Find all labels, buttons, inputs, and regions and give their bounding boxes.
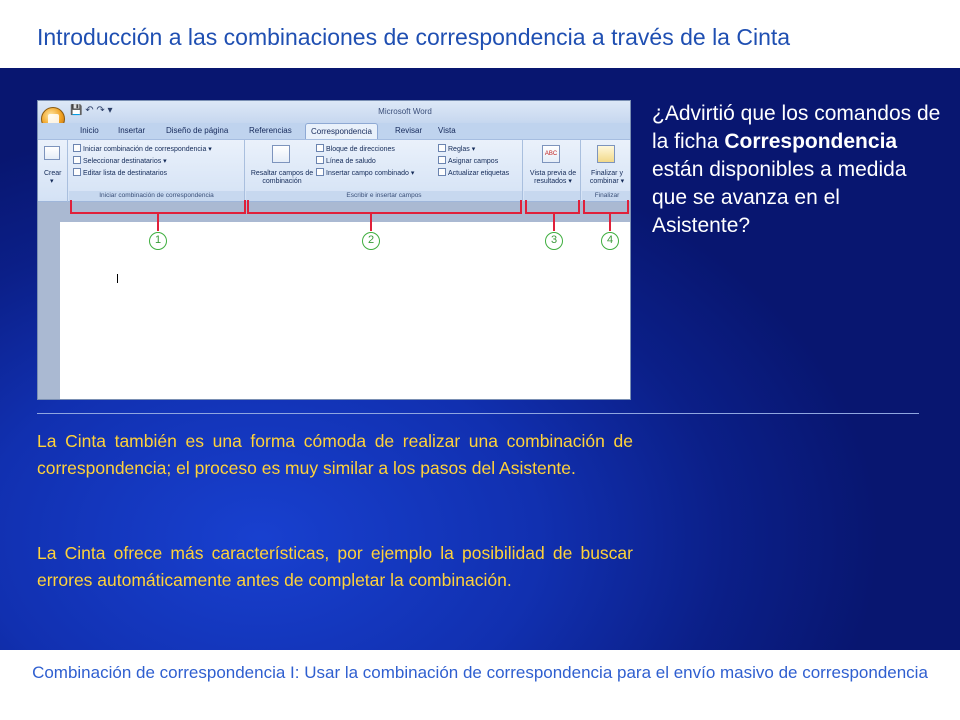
group-label-vista bbox=[524, 191, 580, 201]
insertar-campo-button: Insertar campo combinado ▾ bbox=[316, 168, 414, 178]
asignar-campos-label: Asignar campos bbox=[448, 158, 499, 165]
iniciar-combinacion-label: Iniciar combinación de correspondencia ▾ bbox=[83, 146, 212, 153]
bloque-direcciones-label: Bloque de direcciones bbox=[326, 146, 395, 153]
group-finalizar: Finalizar y combinar ▾ Finalizar bbox=[582, 140, 630, 202]
word-screenshot: 💾 ↶ ↷ ▾ Microsoft Word Inicio Insertar D… bbox=[37, 100, 631, 400]
group-escribir-insertar: Resaltar campos de combinación Bloque de… bbox=[246, 140, 523, 202]
actualizar-etiquetas-label: Actualizar etiquetas bbox=[448, 170, 510, 177]
asignar-campos-button: Asignar campos bbox=[438, 156, 498, 166]
group-label-iniciar: Iniciar combinación de correspondencia bbox=[69, 191, 244, 201]
group-label-finalizar: Finalizar bbox=[582, 191, 630, 201]
bloque-direcciones-button: Bloque de direcciones bbox=[316, 144, 395, 154]
linea-saludo-label: Línea de saludo bbox=[326, 158, 376, 165]
tab-referencias: Referencias bbox=[249, 126, 292, 135]
question-text: ¿Advirtió que los comandos de la ficha C… bbox=[652, 100, 942, 240]
match-fields-icon bbox=[438, 156, 446, 164]
editar-lista-label: Editar lista de destinatarios bbox=[83, 170, 168, 177]
resaltar-campos-button: Resaltar campos de combinación bbox=[250, 170, 314, 185]
insertar-campo-label: Insertar campo combinado ▾ bbox=[326, 170, 415, 177]
reglas-label: Reglas ▾ bbox=[448, 146, 476, 153]
edit-list-icon bbox=[73, 168, 81, 176]
tab-vista: Vista bbox=[438, 126, 456, 135]
seleccionar-destinatarios-button: Seleccionar destinatarios ▾ bbox=[73, 156, 167, 166]
paragraph-2: La Cinta ofrece más características, por… bbox=[37, 543, 633, 590]
address-block-icon bbox=[316, 144, 324, 152]
text-cursor bbox=[117, 274, 118, 283]
reglas-button: Reglas ▾ bbox=[438, 144, 475, 154]
editar-lista-button: Editar lista de destinatarios bbox=[73, 168, 167, 178]
group-iniciar-combinacion: Iniciar combinación de correspondencia ▾… bbox=[69, 140, 245, 202]
recipients-icon bbox=[73, 156, 81, 164]
group-vista-previa: ABC Vista previa de resultados ▾ bbox=[524, 140, 581, 202]
finish-merge-icon bbox=[597, 145, 615, 163]
group-label-escribir: Escribir e insertar campos bbox=[246, 191, 522, 201]
insert-field-icon bbox=[316, 168, 324, 176]
document-page bbox=[60, 222, 630, 399]
finalizar-combinar-button: Finalizar y combinar ▾ bbox=[589, 170, 625, 185]
slide-title: Introducción a las combinaciones de corr… bbox=[37, 24, 791, 50]
question-after: están disponibles a medida que se avanza… bbox=[652, 158, 907, 237]
group-crear: Crear ▾ bbox=[38, 140, 68, 202]
footer: Combinación de correspondencia I: Usar l… bbox=[0, 650, 960, 720]
greeting-line-icon bbox=[316, 156, 324, 164]
actualizar-etiquetas-button: Actualizar etiquetas bbox=[438, 168, 509, 178]
linea-saludo-button: Línea de saludo bbox=[316, 156, 376, 166]
iniciar-combinacion-button: Iniciar combinación de correspondencia ▾ bbox=[73, 144, 212, 154]
divider bbox=[37, 413, 919, 414]
question-bold: Correspondencia bbox=[724, 130, 898, 153]
tab-inicio: Inicio bbox=[80, 126, 99, 135]
document-area bbox=[38, 202, 630, 399]
tab-correspondencia: Correspondencia bbox=[305, 123, 378, 139]
slide: Introducción a las combinaciones de corr… bbox=[0, 0, 960, 720]
paragraph-1: La Cinta también es una forma cómoda de … bbox=[37, 431, 633, 478]
ribbon: Crear ▾ Iniciar combinación de correspon… bbox=[38, 139, 630, 202]
ribbon-tabs: Inicio Insertar Diseño de página Referen… bbox=[38, 123, 630, 139]
highlight-fields-icon bbox=[272, 145, 290, 163]
envelope-icon bbox=[44, 146, 60, 160]
tab-diseno-de-pagina: Diseño de página bbox=[166, 126, 229, 135]
chevron-down-icon: ▾ bbox=[50, 178, 54, 185]
document-icon bbox=[73, 144, 81, 152]
word-app-title: Microsoft Word bbox=[378, 107, 432, 116]
preview-results-icon: ABC bbox=[542, 145, 560, 163]
title-bar: Introducción a las combinaciones de corr… bbox=[0, 0, 960, 68]
rules-icon bbox=[438, 144, 446, 152]
seleccionar-destinatarios-label: Seleccionar destinatarios ▾ bbox=[83, 158, 167, 165]
tab-revisar: Revisar bbox=[395, 126, 423, 135]
vista-previa-button: Vista previa de resultados ▾ bbox=[529, 170, 577, 185]
word-title-bar: 💾 ↶ ↷ ▾ Microsoft Word bbox=[38, 101, 630, 131]
tab-insertar: Insertar bbox=[118, 126, 146, 135]
update-labels-icon bbox=[438, 168, 446, 176]
footer-text: Combinación de correspondencia I: Usar l… bbox=[32, 663, 928, 682]
